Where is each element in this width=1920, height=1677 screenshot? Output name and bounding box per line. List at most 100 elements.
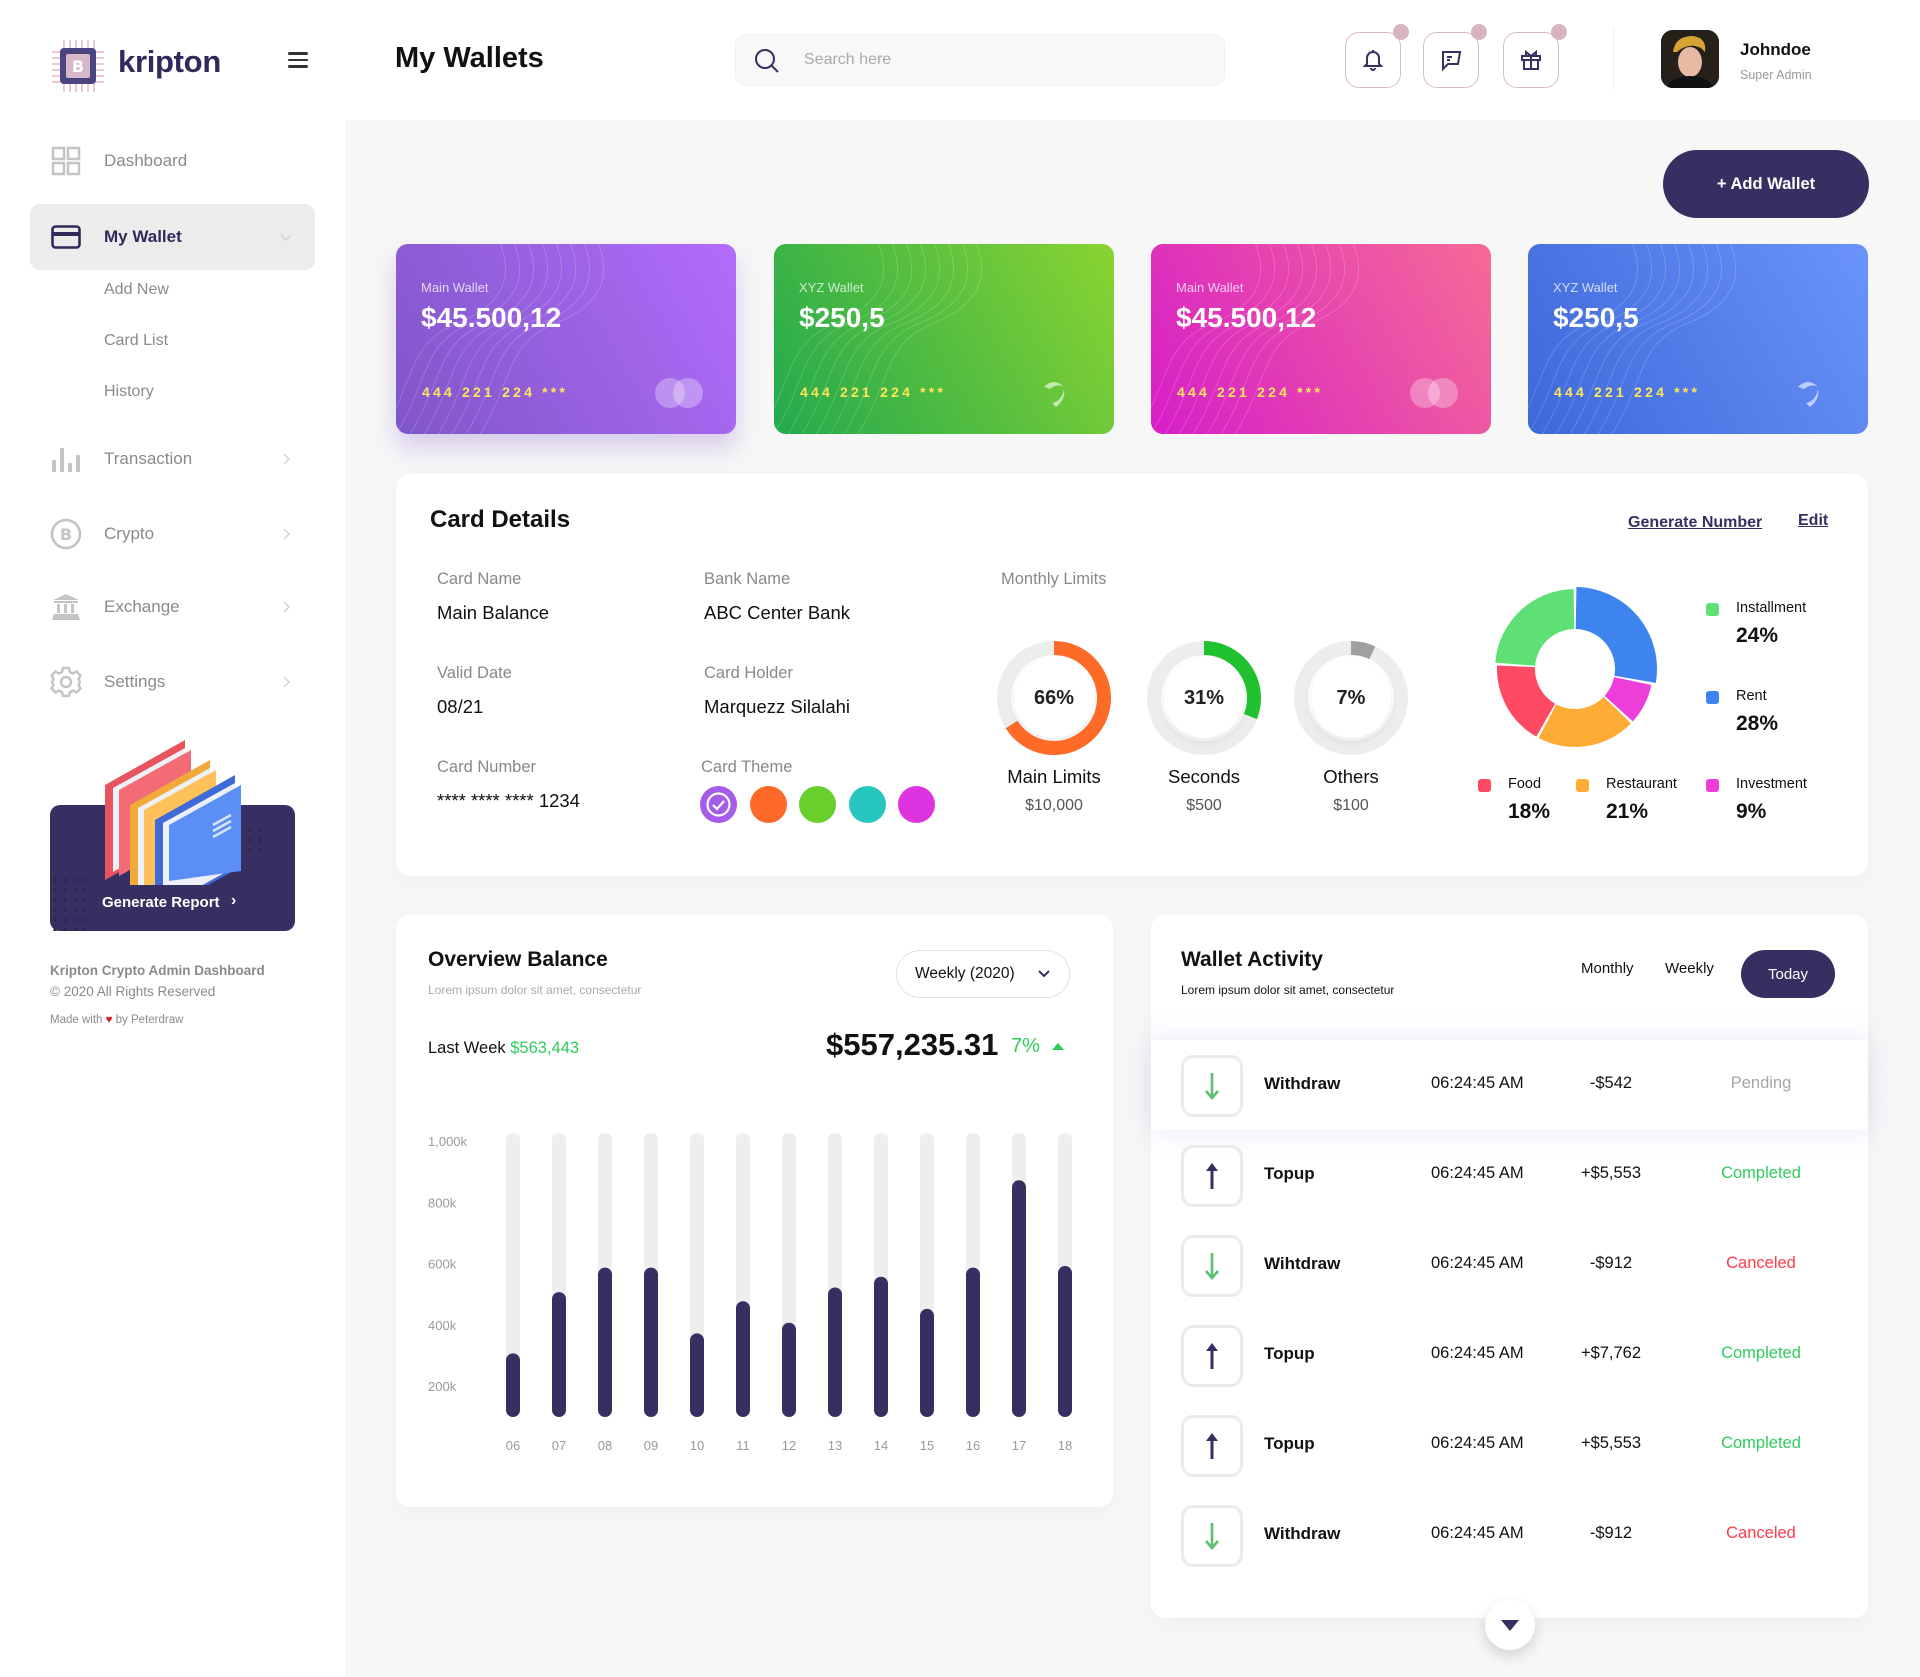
sidebar-item-crypto[interactable]: B Crypto	[30, 501, 315, 567]
legend-label: Food	[1508, 776, 1542, 792]
gifts-button[interactable]	[1503, 24, 1567, 88]
sidebar-item-exchange[interactable]: Exchange	[30, 574, 315, 640]
wallet-amount: $45.500,12	[421, 302, 562, 333]
theme-option[interactable]	[700, 786, 737, 823]
bar-13[interactable]	[828, 1287, 842, 1417]
card-holder-label: Card Holder	[704, 664, 793, 682]
transaction-amount: +$5,553	[1580, 1434, 1642, 1452]
sidebar-item-dashboard[interactable]: Dashboard	[30, 128, 315, 194]
theme-option[interactable]	[749, 786, 787, 823]
tab-monthly[interactable]: Monthly	[1581, 960, 1634, 977]
tab-today[interactable]: Today	[1741, 950, 1835, 998]
sidebar-item-my-wallet[interactable]: My Wallet	[30, 204, 315, 270]
bar-09[interactable]	[644, 1267, 658, 1417]
add-wallet-button[interactable]: + Add Wallet	[1663, 150, 1869, 218]
wallet-number: 444 221 224 ***	[1554, 384, 1701, 400]
sidebar-subitem-history[interactable]: History	[104, 383, 154, 401]
tab-weekly[interactable]: Weekly	[1665, 960, 1714, 977]
sidebar-item-label: Transaction	[104, 449, 193, 468]
wallet-name: XYZ Wallet	[1553, 280, 1618, 295]
legend-swatch	[1706, 779, 1719, 792]
transaction-amount: -$912	[1589, 1524, 1633, 1542]
bar-15[interactable]	[920, 1308, 934, 1417]
generate-report-label: Generate Report	[102, 894, 220, 911]
x-tick-label: 12	[782, 1438, 796, 1453]
grid-icon	[50, 145, 82, 177]
transaction-status: Completed	[1721, 1344, 1801, 1362]
legend-label: Rent	[1736, 688, 1767, 704]
notifications-button[interactable]	[1345, 24, 1409, 88]
transaction-type: Withdraw	[1264, 1074, 1341, 1093]
period-select[interactable]: Weekly (2020)	[896, 950, 1070, 998]
footer-copyright: © 2020 All Rights Reserved	[50, 984, 216, 999]
bar-14[interactable]	[874, 1276, 888, 1417]
wallet-card[interactable]: XYZ Wallet $250,5 444 221 224 ***	[774, 244, 1114, 434]
donut-slice-installment[interactable]	[1495, 589, 1575, 666]
bar-10[interactable]	[690, 1333, 704, 1417]
bank-icon	[50, 591, 82, 623]
activity-row[interactable]: Withdraw 06:24:45 AM -$912 Canceled	[1151, 1490, 1868, 1580]
legend-value: 21%	[1606, 800, 1649, 823]
y-tick-label: 400k	[428, 1318, 457, 1333]
arrow-down-icon	[1205, 1253, 1219, 1280]
transaction-type: Wihtdraw	[1264, 1254, 1341, 1273]
edit-link[interactable]: Edit	[1798, 512, 1828, 530]
wallet-card[interactable]: XYZ Wallet $250,5 444 221 224 ***	[1528, 244, 1868, 434]
activity-row[interactable]: Topup 06:24:45 AM +$7,762 Completed	[1151, 1310, 1868, 1400]
activity-row[interactable]: Topup 06:24:45 AM +$5,553 Completed	[1151, 1130, 1868, 1220]
donut-slice-rent[interactable]	[1575, 587, 1657, 683]
menu-toggle-icon[interactable]	[288, 52, 308, 68]
bar-17[interactable]	[1012, 1180, 1026, 1417]
generate-number-link[interactable]: Generate Number	[1628, 514, 1762, 532]
notification-badge	[1393, 24, 1409, 40]
theme-option[interactable]	[848, 786, 886, 823]
limit-amount: $500	[1186, 797, 1222, 814]
scroll-down-button[interactable]	[1485, 1600, 1535, 1650]
footer-credit: Made with ♥ by Peterdraw	[50, 1014, 183, 1026]
caret-down-icon	[1501, 1619, 1519, 1631]
wallet-name: Main Wallet	[1176, 280, 1244, 295]
messages-button[interactable]	[1423, 24, 1487, 88]
balance-change: 7%	[1011, 1035, 1040, 1057]
svg-text:B: B	[72, 57, 84, 76]
activity-row[interactable]: Withdraw 06:24:45 AM -$542 Pending	[1151, 1040, 1868, 1130]
card-name-label: Card Name	[437, 570, 522, 588]
kripton-logo-icon: B	[52, 40, 104, 92]
transaction-time: 06:24:45 AM	[1431, 1434, 1524, 1452]
sidebar-item-label: Crypto	[104, 524, 155, 543]
header-divider	[1613, 28, 1614, 90]
gift-icon	[1521, 49, 1541, 70]
sidebar-item-transaction[interactable]: Transaction	[30, 426, 315, 492]
bar-12[interactable]	[782, 1322, 796, 1417]
search-box[interactable]	[735, 34, 1225, 86]
sidebar-item-settings[interactable]: Settings	[30, 649, 315, 715]
bar-06[interactable]	[506, 1353, 520, 1417]
chevron-down-icon	[280, 234, 292, 242]
activity-row[interactable]: Wihtdraw 06:24:45 AM -$912 Canceled	[1151, 1220, 1868, 1310]
limit-name: Seconds	[1168, 766, 1240, 787]
legend-label: Investment	[1736, 776, 1807, 792]
bar-18[interactable]	[1058, 1266, 1072, 1417]
transaction-type: Topup	[1264, 1164, 1315, 1183]
transaction-icon	[1181, 1235, 1243, 1297]
theme-option[interactable]	[898, 786, 935, 823]
chevron-down-icon	[1038, 970, 1050, 978]
sidebar-item-label: My Wallet	[104, 227, 182, 246]
search-input[interactable]	[804, 35, 1204, 85]
activity-row[interactable]: Topup 06:24:45 AM +$5,553 Completed	[1151, 1400, 1868, 1490]
avatar[interactable]	[1661, 30, 1719, 88]
legend-value: 24%	[1736, 624, 1779, 647]
bar-08[interactable]	[598, 1267, 612, 1417]
sidebar: B kripton Dashboard My Wallet Add New Ca…	[0, 0, 345, 1677]
theme-option[interactable]	[799, 786, 836, 823]
bar-07[interactable]	[552, 1292, 566, 1417]
wallet-card[interactable]: Main Wallet $45.500,12 444 221 224 ***	[1151, 244, 1491, 434]
brand-name: kripton	[118, 44, 221, 79]
last-week-value: $563,443	[510, 1039, 580, 1057]
sidebar-subitem-add-new[interactable]: Add New	[104, 281, 169, 299]
wallet-card[interactable]: Main Wallet $45.500,12 444 221 224 ***	[396, 244, 736, 434]
bar-16[interactable]	[966, 1267, 980, 1417]
sidebar-subitem-card-list[interactable]: Card List	[104, 332, 168, 350]
arrow-up-icon	[1206, 1433, 1218, 1459]
bar-11[interactable]	[736, 1301, 750, 1417]
